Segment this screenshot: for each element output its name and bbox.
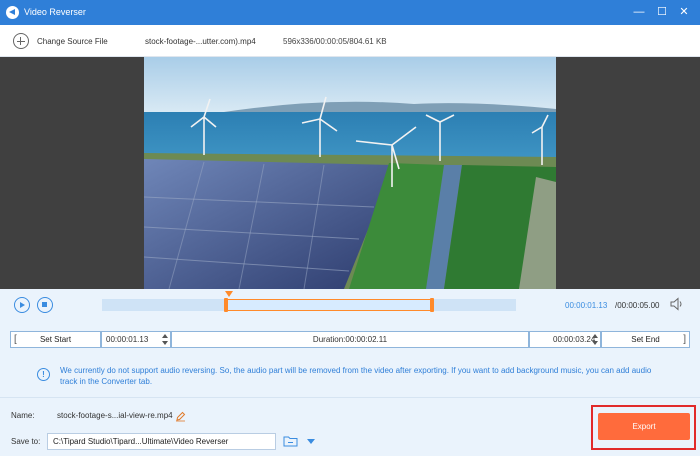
timeline-selection[interactable] <box>226 299 433 311</box>
start-time-field[interactable]: 00:00:01.13 <box>101 331 171 348</box>
save-to-path: C:\Tipard Studio\Tipard...Ultimate\Video… <box>53 437 229 446</box>
set-end-button[interactable]: Set End ] <box>601 331 690 348</box>
title-bar: Video Reverser — ☐ ✕ <box>0 0 700 25</box>
export-button[interactable]: Export <box>598 413 690 440</box>
video-frame-image <box>144 57 556 289</box>
minimize-button[interactable]: — <box>632 5 646 19</box>
save-to-label: Save to: <box>11 437 41 446</box>
pencil-icon[interactable] <box>175 411 186 422</box>
info-icon: ! <box>37 368 50 381</box>
end-time-field[interactable]: 00:00:03.24 <box>529 331 601 348</box>
playhead-marker[interactable] <box>225 291 233 297</box>
maximize-button[interactable]: ☐ <box>655 5 669 19</box>
duration-value: Duration:00:00:02.11 <box>312 335 388 344</box>
current-time: 00:00:01.13 <box>565 301 608 310</box>
play-icon[interactable] <box>14 297 30 313</box>
start-bracket-icon: [ <box>14 334 17 345</box>
set-start-label: Set Start <box>39 335 72 344</box>
name-label: Name: <box>11 411 35 420</box>
end-bracket-icon: ] <box>683 334 686 345</box>
playback-controls: 00:00:01.13 /00:00:05.00 <box>0 289 700 329</box>
set-start-button[interactable]: [ Set Start <box>10 331 101 348</box>
trim-end-handle[interactable] <box>430 298 434 312</box>
save-to-path-field[interactable]: C:\Tipard Studio\Tipard...Ultimate\Video… <box>47 433 315 450</box>
trim-start-handle[interactable] <box>224 298 228 312</box>
toolbar: Change Source File stock-footage-...utte… <box>0 25 700 57</box>
start-time-stepper-icon[interactable] <box>162 333 168 346</box>
folder-icon[interactable] <box>283 435 298 447</box>
end-time-stepper-icon[interactable] <box>592 333 598 346</box>
app-logo-icon <box>6 6 19 19</box>
source-file-meta: 596x336/00:00:05/804.61 KB <box>283 37 387 46</box>
start-time-value: 00:00:01.13 <box>106 335 149 344</box>
preview-letterbox-right <box>556 57 700 289</box>
set-end-label: Set End <box>631 335 660 344</box>
duration-display: Duration:00:00:02.11 <box>171 331 529 348</box>
window-title: Video Reverser <box>24 7 86 17</box>
close-button[interactable]: ✕ <box>677 5 691 19</box>
preview-letterbox-left <box>0 57 144 289</box>
total-time: /00:00:05.00 <box>615 301 660 310</box>
change-source-file-button[interactable]: Change Source File <box>37 37 108 46</box>
output-name: stock-footage-s...ial-view-re.mp4 <box>57 411 173 420</box>
stop-icon[interactable] <box>37 297 53 313</box>
end-time-value: 00:00:03.24 <box>553 335 596 344</box>
video-preview <box>0 57 700 289</box>
source-file-name: stock-footage-...utter.com).mp4 <box>145 37 256 46</box>
video-frame <box>144 57 556 289</box>
volume-icon[interactable] <box>670 297 682 311</box>
trim-row: [ Set Start 00:00:01.13 Duration:00:00:0… <box>10 331 690 348</box>
add-icon[interactable] <box>13 33 29 49</box>
dropdown-arrow-icon[interactable] <box>300 434 322 449</box>
audio-notice: We currently do not support audio revers… <box>60 366 652 386</box>
